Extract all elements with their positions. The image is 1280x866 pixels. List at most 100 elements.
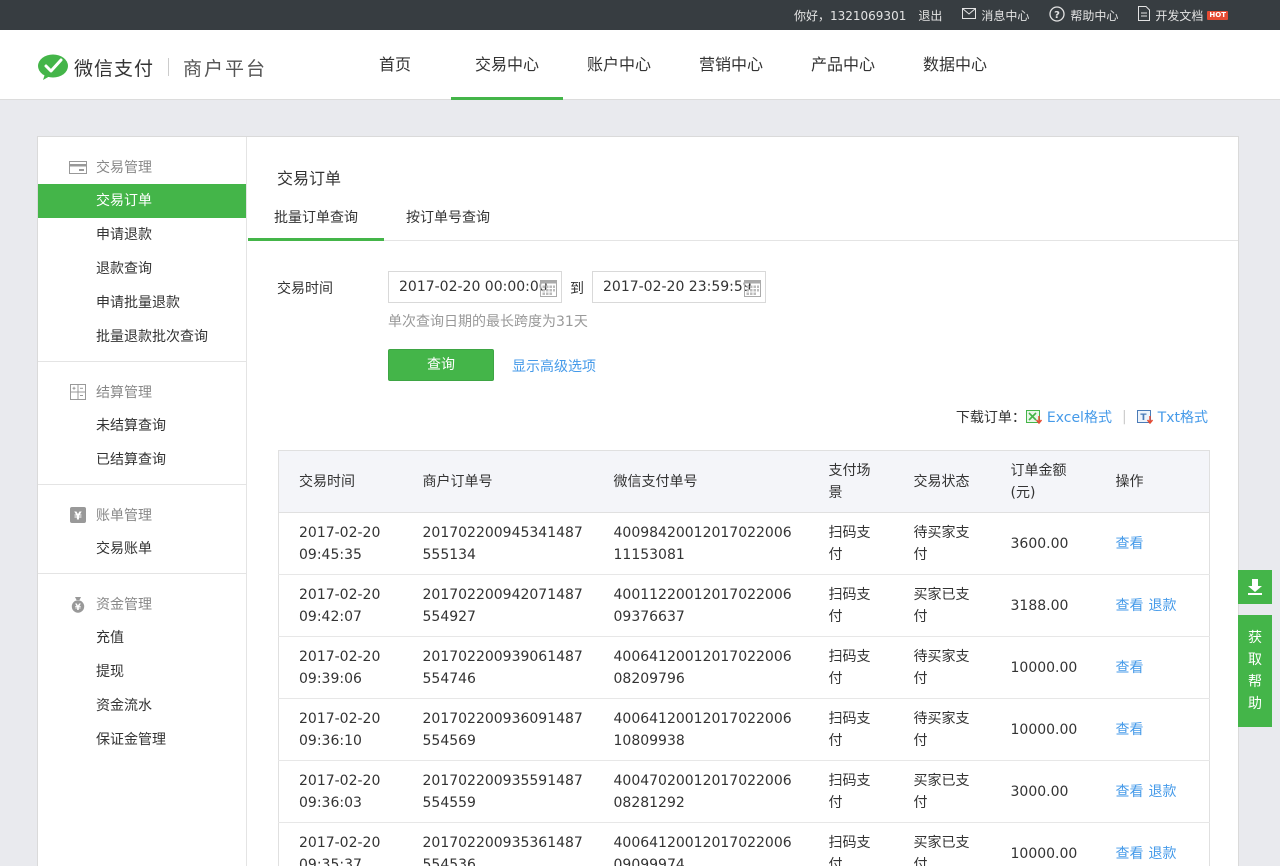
cell-trade-time: 2017-02-20 09:35:37 <box>278 822 403 866</box>
sidebar-group-title: 交易管理 <box>38 157 246 177</box>
view-link[interactable]: 查看 <box>1116 846 1144 862</box>
sidebar-item-trade-bill[interactable]: 交易账单 <box>38 532 246 566</box>
tab-order-no-query[interactable]: 按订单号查询 <box>384 203 512 241</box>
cell-merchant-no: 201702200935361487554536 <box>402 822 594 866</box>
logout-link[interactable]: 退出 <box>918 7 942 24</box>
cell-merchant-no: 201702200942071487554927 <box>402 574 594 637</box>
sidebar-item-fund-flow[interactable]: 资金流水 <box>38 689 246 723</box>
cell-trade-time: 2017-02-20 09:39:06 <box>278 636 403 699</box>
greeting: 你好，1321069301 <box>793 8 907 23</box>
tab-batch-query[interactable]: 批量订单查询 <box>248 203 384 241</box>
cell-wx-no: 4004702001201702200608281292 <box>593 760 809 823</box>
sidebar-item-settled-query[interactable]: 已结算查询 <box>38 443 246 477</box>
logo[interactable]: 微信支付 商户平台 <box>38 54 267 80</box>
refund-link[interactable]: 退款 <box>1149 846 1177 862</box>
message-center-label: 消息中心 <box>981 8 1030 23</box>
cell-trade-time: 2017-02-20 09:36:03 <box>278 760 403 823</box>
svg-text:?: ? <box>1054 10 1060 21</box>
sidebar-item-unsettled-query[interactable]: 未结算查询 <box>38 409 246 443</box>
calculator-icon <box>69 384 87 400</box>
cell-scene: 扫码支付 <box>808 822 894 866</box>
date-range-hint: 单次查询日期的最长跨度为31天 <box>388 314 588 330</box>
calendar-icon[interactable] <box>540 278 557 308</box>
main-panel: 交易管理 交易订单 申请退款 退款查询 申请批量退款 批量退款批次查询 结算管理… <box>37 136 1239 866</box>
calendar-icon[interactable] <box>744 278 761 308</box>
nav-home[interactable]: 首页 <box>339 30 451 100</box>
cell-scene: 扫码支付 <box>808 574 894 637</box>
start-date-input[interactable]: 2017-02-20 00:00:00 <box>388 271 562 303</box>
col-header-actions: 操作 <box>1095 450 1210 513</box>
cell-wx-no: 4006412001201702200610809938 <box>593 698 809 761</box>
cell-wx-no: 4006412001201702200609099974 <box>593 822 809 866</box>
main-nav: 首页 交易中心 账户中心 营销中心 产品中心 数据中心 <box>339 30 1011 100</box>
dev-docs-link[interactable]: 开发文档 HOT <box>1138 6 1228 24</box>
wechat-pay-logo-icon <box>38 54 70 80</box>
view-link[interactable]: 查看 <box>1116 598 1144 614</box>
download-arrow-icon <box>1246 578 1264 596</box>
table-row: 2017-02-20 09:42:07 20170220094207148755… <box>278 574 1210 637</box>
table-row: 2017-02-20 09:39:06 20170220093906148755… <box>278 636 1210 699</box>
cell-status: 买家已支付 <box>893 574 991 637</box>
help-char: 取 <box>1248 652 1262 668</box>
table-row: 2017-02-20 09:36:10 20170220093609148755… <box>278 698 1210 761</box>
cell-status: 待买家支付 <box>893 636 991 699</box>
refund-link[interactable]: 退款 <box>1149 598 1177 614</box>
cell-wx-no: 4009842001201702200611153081 <box>593 512 809 575</box>
table-row: 2017-02-20 09:36:03 20170220093559148755… <box>278 760 1210 823</box>
nav-product-center[interactable]: 产品中心 <box>787 30 899 100</box>
download-excel-link[interactable]: Excel格式 <box>1025 407 1112 427</box>
view-link[interactable]: 查看 <box>1116 722 1144 738</box>
sidebar-item-trade-orders[interactable]: 交易订单 <box>38 184 246 218</box>
cell-scene: 扫码支付 <box>808 760 894 823</box>
cell-status: 买家已支付 <box>893 822 991 866</box>
sidebar-item-deposit[interactable]: 保证金管理 <box>38 723 246 757</box>
top-bar-links: 你好，1321069301 退出 消息中心 ? 帮助中心 开发文档 HOT <box>782 0 1228 30</box>
download-label: 下载订单： <box>955 410 1026 426</box>
view-link[interactable]: 查看 <box>1116 536 1144 552</box>
view-link[interactable]: 查看 <box>1116 784 1144 800</box>
cell-amount: 3600.00 <box>990 512 1096 575</box>
cell-scene: 扫码支付 <box>808 636 894 699</box>
cell-scene: 扫码支付 <box>808 698 894 761</box>
sidebar-item-apply-refund[interactable]: 申请退款 <box>38 218 246 252</box>
show-advanced-link[interactable]: 显示高级选项 <box>512 356 596 376</box>
header: 微信支付 商户平台 首页 交易中心 账户中心 营销中心 产品中心 数据中心 <box>0 30 1280 100</box>
col-header-wx-no: 微信支付单号 <box>593 450 809 513</box>
content-area: 交易订单 批量订单查询 按订单号查询 交易时间 2017-02-20 00:00… <box>248 137 1238 866</box>
cell-actions: 查看 退款 <box>1095 822 1210 866</box>
refund-link[interactable]: 退款 <box>1149 784 1177 800</box>
money-bag-icon: ¥ <box>69 596 87 613</box>
float-get-help-button[interactable]: 获 取 帮 助 <box>1238 615 1272 727</box>
query-tabs: 批量订单查询 按订单号查询 <box>248 203 1238 241</box>
sidebar-item-batch-refund[interactable]: 申请批量退款 <box>38 286 246 320</box>
top-bar: 你好，1321069301 退出 消息中心 ? 帮助中心 开发文档 HOT <box>0 0 1280 30</box>
brand-name: 微信支付 <box>74 57 155 80</box>
cell-actions: 查看 退款 <box>1095 760 1210 823</box>
message-center-link[interactable]: 消息中心 <box>962 7 1029 24</box>
nav-data-center[interactable]: 数据中心 <box>899 30 1011 100</box>
table-row: 2017-02-20 09:35:37 20170220093536148755… <box>278 822 1210 866</box>
cell-amount: 10000.00 <box>990 822 1096 866</box>
download-txt-link[interactable]: T Txt格式 <box>1136 407 1208 427</box>
cell-amount: 10000.00 <box>990 636 1096 699</box>
help-center-link[interactable]: ? 帮助中心 <box>1049 5 1118 25</box>
cell-merchant-no: 201702200936091487554569 <box>402 698 594 761</box>
cell-amount: 10000.00 <box>990 698 1096 761</box>
sidebar-item-refund-query[interactable]: 退款查询 <box>38 252 246 286</box>
end-date-input[interactable]: 2017-02-20 23:59:59 <box>592 271 766 303</box>
query-button[interactable]: 查询 <box>388 349 494 381</box>
float-download-button[interactable] <box>1238 570 1272 604</box>
view-link[interactable]: 查看 <box>1116 660 1144 676</box>
nav-trade-center[interactable]: 交易中心 <box>451 30 563 100</box>
cell-status: 待买家支付 <box>893 512 991 575</box>
cell-wx-no: 4001122001201702200609376637 <box>593 574 809 637</box>
sidebar-item-recharge[interactable]: 充值 <box>38 621 246 655</box>
question-circle-icon: ? <box>1049 5 1066 25</box>
nav-marketing-center[interactable]: 营销中心 <box>675 30 787 100</box>
sidebar-group-title: 结算管理 <box>38 382 246 402</box>
sidebar-group-settlement: 结算管理 未结算查询 已结算查询 <box>38 362 246 485</box>
sidebar-item-batch-refund-query[interactable]: 批量退款批次查询 <box>38 320 246 354</box>
nav-account-center[interactable]: 账户中心 <box>563 30 675 100</box>
sidebar-item-withdraw[interactable]: 提现 <box>38 655 246 689</box>
cell-trade-time: 2017-02-20 09:42:07 <box>278 574 403 637</box>
